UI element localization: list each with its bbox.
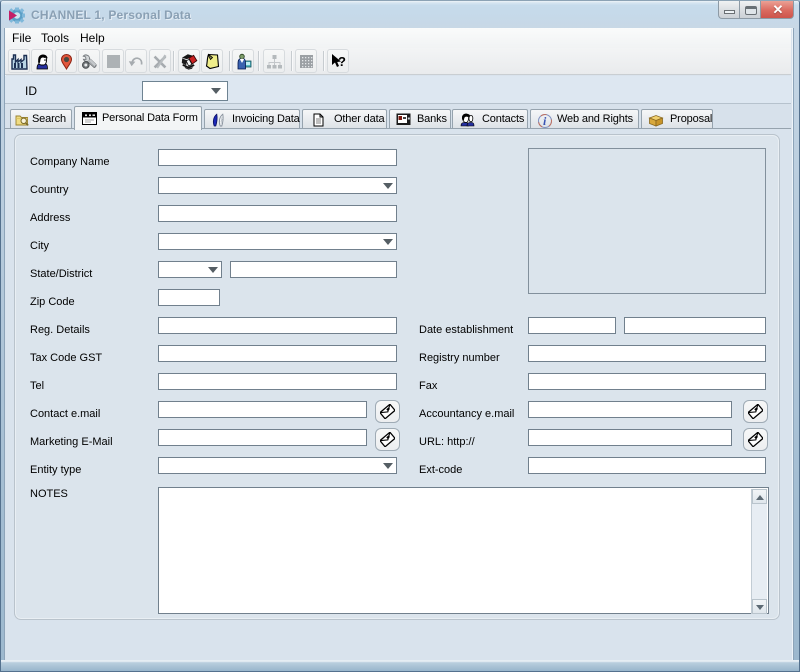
svg-text:?: ?: [338, 54, 346, 69]
svg-text:i: i: [543, 114, 547, 128]
